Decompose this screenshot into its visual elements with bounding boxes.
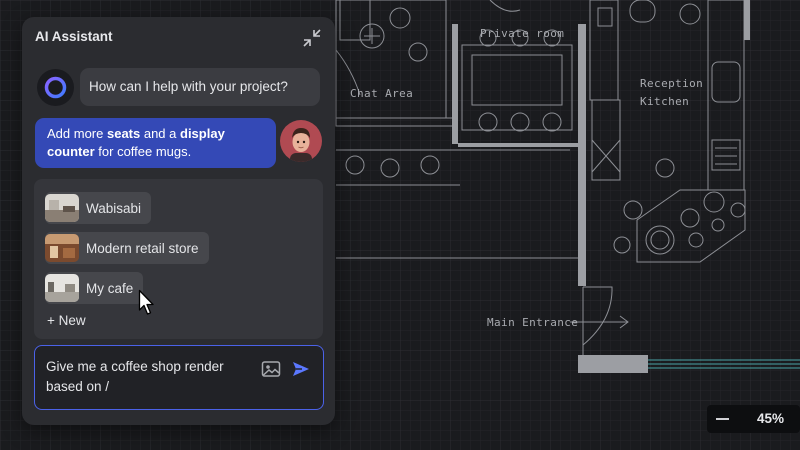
send-icon [293,362,309,376]
label-chat-area: Chat Area [350,87,413,100]
project-label: Wabisabi [86,200,142,216]
new-project-button[interactable]: + New [47,313,86,328]
project-item-my-cafe[interactable]: My cafe [45,272,144,304]
assistant-orb-icon [44,76,67,99]
project-label: Modern retail store [86,240,199,256]
minus-icon[interactable] [716,418,729,420]
label-reception: Reception [640,77,703,90]
assistant-message: How can I help with your project? [80,68,320,106]
label-kitchen: Kitchen [640,95,689,108]
panel-title: AI Assistant [35,29,113,44]
label-main-entrance: Main Entrance [487,316,578,329]
project-item-wabisabi[interactable]: Wabisabi [45,192,152,224]
attach-image-button[interactable] [261,360,281,378]
project-label: My cafe [86,280,134,296]
zoom-control: 45% [707,405,800,433]
project-item-modern-retail-store[interactable]: Modern retail store [45,232,209,264]
image-icon [261,361,281,377]
assistant-avatar [37,69,74,106]
send-button[interactable] [291,359,311,379]
project-list: Wabisabi Modern retail store My cafe + N… [34,179,323,339]
prompt-input[interactable]: Give me a coffee shop render based on / [46,357,251,397]
user-message-bold-seats: seats [106,126,141,141]
prompt-input-box[interactable]: Give me a coffee shop render based on / [34,345,324,410]
user-message-text: and a [140,126,180,141]
user-avatar [280,120,322,162]
ai-assistant-panel: AI Assistant How can I help with your pr… [22,17,335,425]
user-avatar-icon [280,120,322,162]
cursor-icon [138,289,154,315]
project-thumbnail [45,194,79,222]
user-message-text: for coffee mugs. [94,144,192,159]
collapse-icon [303,29,321,47]
project-thumbnail [45,234,79,262]
app-stage: Private room Chat Area Reception Kitchen… [0,0,800,450]
user-message-text: Add more [47,126,107,141]
project-thumbnail [45,274,79,302]
collapse-button[interactable] [301,27,323,49]
zoom-level: 45% [756,411,784,426]
label-private-room: Private room [480,27,564,40]
user-message: Add more seats and a display counter for… [35,118,276,168]
